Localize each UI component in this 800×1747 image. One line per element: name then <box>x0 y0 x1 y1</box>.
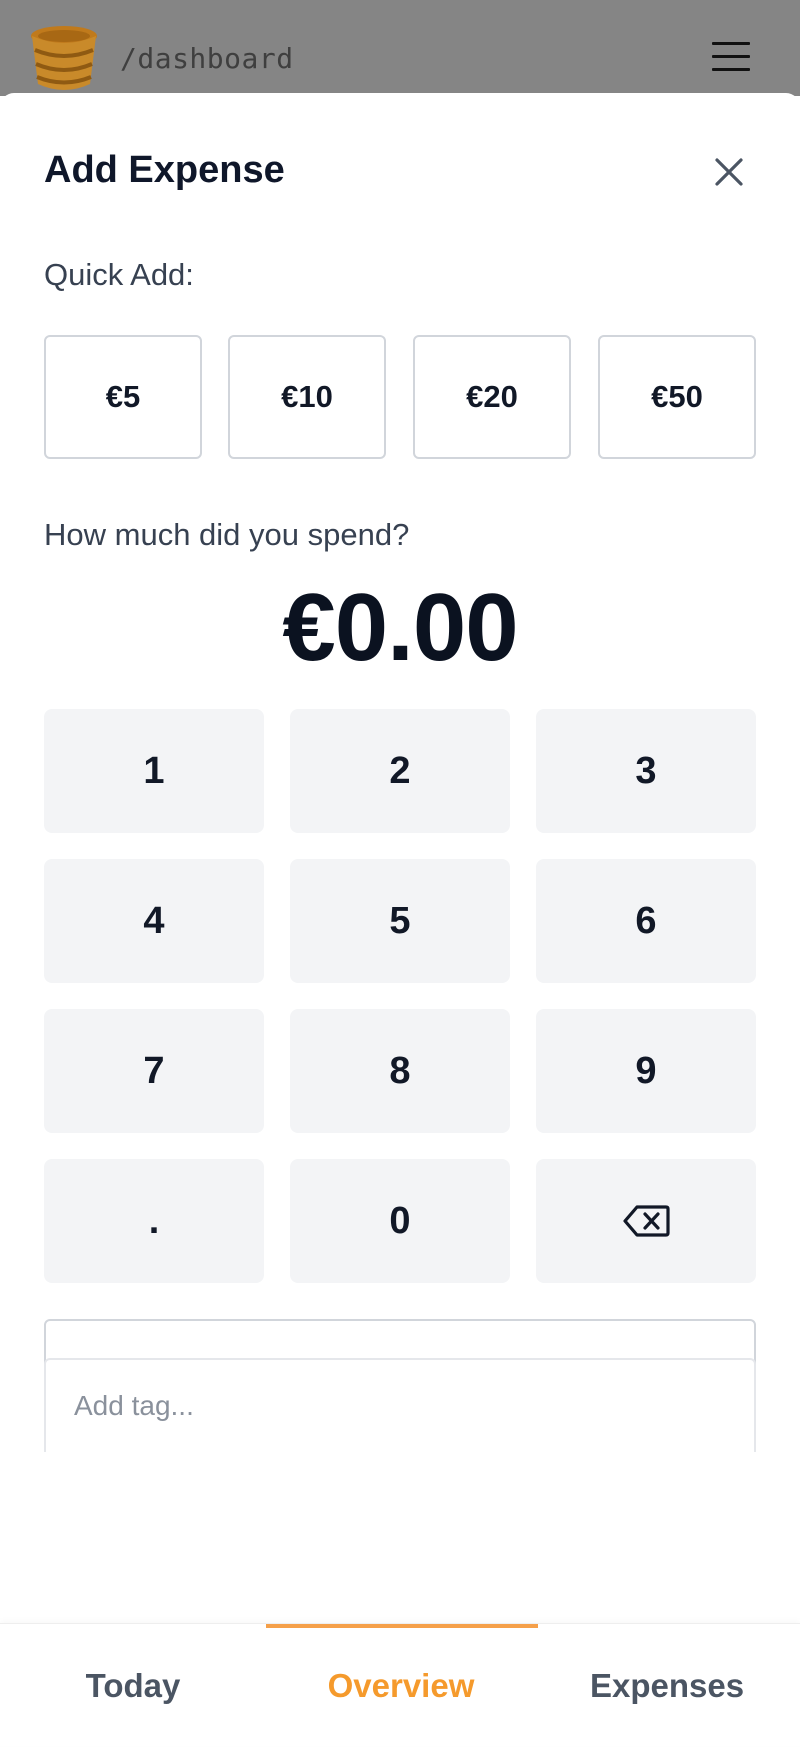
quick-add-50-button[interactable]: €50 <box>598 335 756 459</box>
key-decimal[interactable]: . <box>44 1159 264 1283</box>
tab-expenses[interactable]: Expenses <box>534 1624 800 1747</box>
key-7[interactable]: 7 <box>44 1009 264 1133</box>
numeric-keypad: 1 2 3 4 5 6 7 8 9 . 0 <box>44 709 756 1289</box>
coin-stack-logo[interactable] <box>28 24 100 94</box>
close-icon[interactable] <box>712 155 746 189</box>
modal-title: Add Expense <box>44 149 285 191</box>
quick-add-10-button[interactable]: €10 <box>228 335 386 459</box>
key-0[interactable]: 0 <box>290 1159 510 1283</box>
backspace-button[interactable] <box>536 1159 756 1283</box>
key-8[interactable]: 8 <box>290 1009 510 1133</box>
key-4[interactable]: 4 <box>44 859 264 983</box>
key-9[interactable]: 9 <box>536 1009 756 1133</box>
key-2[interactable]: 2 <box>290 709 510 833</box>
hamburger-menu-icon[interactable] <box>712 42 750 74</box>
spend-prompt-label: How much did you spend? <box>44 517 410 552</box>
top-app-bar: /dashboard <box>0 0 800 96</box>
quick-add-label: Quick Add: <box>44 257 194 292</box>
add-tag-input[interactable] <box>44 1358 756 1452</box>
tab-overview[interactable]: Overview <box>268 1624 534 1747</box>
quick-add-5-button[interactable]: €5 <box>44 335 202 459</box>
backspace-icon <box>623 1205 670 1237</box>
tab-today[interactable]: Today <box>0 1624 266 1747</box>
bottom-navigation: Today Overview Expenses <box>0 1623 800 1746</box>
key-1[interactable]: 1 <box>44 709 264 833</box>
quick-add-row: €5 €10 €20 €50 <box>44 335 756 459</box>
current-path: /dashboard <box>120 42 294 75</box>
key-3[interactable]: 3 <box>536 709 756 833</box>
key-5[interactable]: 5 <box>290 859 510 983</box>
quick-add-20-button[interactable]: €20 <box>413 335 571 459</box>
key-6[interactable]: 6 <box>536 859 756 983</box>
amount-display: €0.00 <box>282 574 518 681</box>
